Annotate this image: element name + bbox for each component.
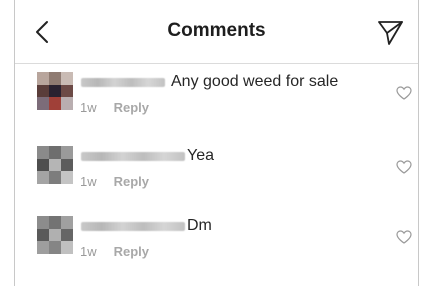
- comment-time: 1w: [80, 100, 97, 115]
- comment-text: Dm: [187, 217, 212, 234]
- comment-text: Any good weed for sale: [171, 73, 339, 90]
- header-bar: Comments: [15, 0, 418, 64]
- username-redacted[interactable]: [81, 152, 185, 161]
- comment-time: 1w: [80, 174, 97, 189]
- username-redacted[interactable]: [81, 78, 165, 87]
- comment-item: Any good weed for sale 1w Reply: [15, 72, 418, 146]
- comment-text: Yea: [187, 147, 214, 164]
- heart-icon[interactable]: [396, 86, 412, 100]
- comment-meta: 1w Reply: [80, 174, 149, 189]
- username-redacted[interactable]: [81, 222, 185, 231]
- avatar[interactable]: [37, 216, 73, 254]
- paper-plane-icon[interactable]: [376, 18, 404, 46]
- reply-button[interactable]: Reply: [114, 244, 149, 259]
- heart-icon[interactable]: [396, 230, 412, 244]
- avatar[interactable]: [37, 72, 73, 110]
- comment-meta: 1w Reply: [80, 244, 149, 259]
- avatar[interactable]: [37, 146, 73, 184]
- reply-button[interactable]: Reply: [114, 100, 149, 115]
- comment-time: 1w: [80, 244, 97, 259]
- comments-screen: Comments Any good weed for sale 1w Reply …: [14, 0, 419, 286]
- reply-button[interactable]: Reply: [114, 174, 149, 189]
- comment-item: Yea 1w Reply: [15, 146, 418, 220]
- heart-icon[interactable]: [396, 160, 412, 174]
- page-title: Comments: [167, 20, 266, 41]
- comment-item: Dm 1w Reply: [15, 216, 418, 286]
- comment-meta: 1w Reply: [80, 100, 149, 115]
